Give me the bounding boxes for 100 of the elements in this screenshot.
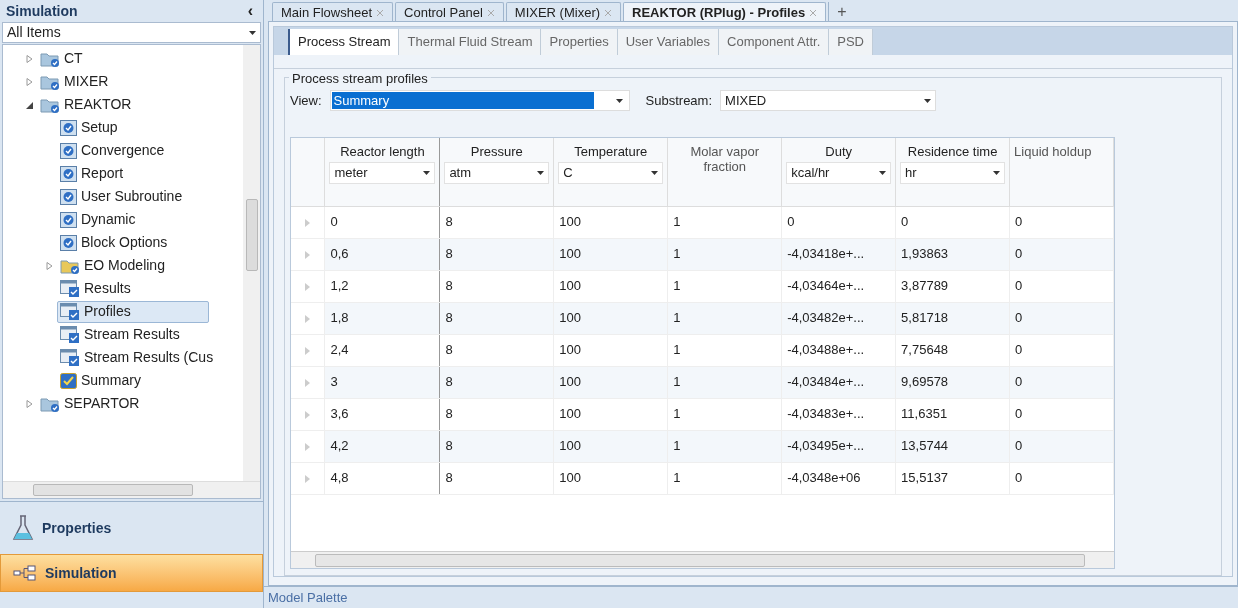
vertical-scrollbar[interactable] xyxy=(243,45,260,481)
table-cell: 0 xyxy=(1009,462,1114,494)
row-expand-icon[interactable] xyxy=(305,218,311,227)
tree-item[interactable]: CT xyxy=(37,47,92,70)
panel-title: Simulation xyxy=(6,1,78,21)
table-cell: 1 xyxy=(667,302,782,334)
tree-item[interactable]: REAKTOR xyxy=(37,93,141,116)
form-tab[interactable]: Component Attr. xyxy=(719,29,830,55)
close-icon[interactable] xyxy=(604,8,613,17)
collapse-button[interactable]: ‹ xyxy=(243,3,257,19)
table-cell: 15,5137 xyxy=(895,462,1010,494)
table-cell: 0 xyxy=(1009,430,1114,462)
form-tab[interactable]: PSD xyxy=(829,29,873,55)
tree-item[interactable]: User Subroutine xyxy=(57,185,192,208)
tree-item-label: Report xyxy=(81,164,124,183)
table-cell: 13,5744 xyxy=(895,430,1010,462)
row-expand-icon[interactable] xyxy=(305,314,311,323)
unit-dropdown[interactable]: meter xyxy=(329,162,436,184)
dropdown-caret-icon xyxy=(651,171,659,175)
table-cell: 100 xyxy=(553,302,668,334)
tree-item-label: CT xyxy=(64,49,83,68)
collapse-icon[interactable] xyxy=(25,100,33,109)
substream-label: Substream: xyxy=(645,91,713,110)
expand-icon[interactable] xyxy=(25,399,33,408)
close-icon[interactable] xyxy=(486,8,495,17)
tree-item[interactable]: SEPARTOR xyxy=(37,392,149,415)
document-tab[interactable]: REAKTOR (RPlug) - Profiles xyxy=(623,2,827,22)
row-expand-icon[interactable] xyxy=(305,410,311,419)
dropdown-caret-icon xyxy=(615,98,623,103)
expand-icon[interactable] xyxy=(25,54,33,63)
document-tab[interactable]: Main Flowsheet xyxy=(272,2,394,22)
tree-item[interactable]: Stream Results xyxy=(57,323,189,346)
row-expand-icon[interactable] xyxy=(305,442,311,451)
tree-item-label: Results xyxy=(84,279,131,298)
tree-item[interactable]: Dynamic xyxy=(57,208,145,231)
table-cell: 8 xyxy=(439,270,554,302)
summary-check-icon xyxy=(60,372,77,389)
table-cell: 100 xyxy=(553,366,668,398)
document-tab[interactable]: MIXER (Mixer) xyxy=(505,2,622,22)
tree-item[interactable]: Report xyxy=(57,162,133,185)
table-cell: -4,03488e+... xyxy=(781,334,896,366)
navigation-pane-button[interactable]: Simulation xyxy=(0,554,263,592)
row-expand-icon[interactable] xyxy=(305,282,311,291)
row-expand-icon[interactable] xyxy=(305,474,311,483)
form-tab[interactable]: Thermal Fluid Stream xyxy=(399,29,542,55)
form-tab[interactable]: Process Stream xyxy=(288,29,400,55)
horizontal-scrollbar[interactable] xyxy=(3,481,260,498)
row-expand-icon[interactable] xyxy=(305,250,311,259)
view-dropdown[interactable]: Summary xyxy=(329,90,630,111)
form-check-icon xyxy=(60,165,77,182)
tree-item[interactable]: Results xyxy=(57,277,140,300)
result-sheet-icon xyxy=(60,326,80,343)
table-cell: 8 xyxy=(439,462,554,494)
form-tab[interactable]: User Variables xyxy=(617,29,719,55)
form-check-icon xyxy=(60,211,77,228)
horizontal-scrollbar[interactable] xyxy=(291,551,1114,568)
table-cell: -4,03464e+... xyxy=(781,270,896,302)
table-cell: 0 xyxy=(324,206,440,238)
unit-dropdown[interactable]: kcal/hr xyxy=(786,162,892,184)
tree-item-label: User Subroutine xyxy=(81,187,183,206)
tree-item[interactable]: EO Modeling xyxy=(57,254,174,277)
table-cell: 1 xyxy=(667,206,782,238)
table-cell: -4,03483e+... xyxy=(781,398,896,430)
tree-item[interactable]: Convergence xyxy=(57,139,174,162)
tree-item[interactable]: Setup xyxy=(57,116,127,139)
tree-item[interactable]: Profiles xyxy=(57,300,209,323)
table-cell: 100 xyxy=(553,238,668,270)
hierarchy-icon xyxy=(13,565,37,581)
table-cell: 100 xyxy=(553,206,668,238)
table-cell: 0 xyxy=(1009,334,1114,366)
table-cell: 1,2 xyxy=(324,270,440,302)
tree-item-label: Block Options xyxy=(81,233,168,252)
close-icon[interactable] xyxy=(809,8,818,17)
form-check-icon xyxy=(60,234,77,251)
row-expand-icon[interactable] xyxy=(305,346,311,355)
unit-dropdown[interactable]: hr xyxy=(900,162,1006,184)
tree-item[interactable]: Summary xyxy=(57,369,150,392)
table-cell: 1 xyxy=(667,238,782,270)
tree-item[interactable]: Block Options xyxy=(57,231,177,254)
filter-dropdown[interactable]: All Items xyxy=(2,22,261,43)
table-cell: 1 xyxy=(667,366,782,398)
tree-item[interactable]: Stream Results (Cus xyxy=(57,346,223,369)
form-tab[interactable]: Properties xyxy=(541,29,618,55)
unit-dropdown[interactable]: C xyxy=(558,162,664,184)
substream-dropdown[interactable]: MIXED xyxy=(720,90,937,111)
table-cell: 100 xyxy=(553,270,668,302)
row-expand-icon[interactable] xyxy=(305,378,311,387)
table-cell: 2,4 xyxy=(324,334,440,366)
expand-icon[interactable] xyxy=(25,77,33,86)
tree-item[interactable]: MIXER xyxy=(37,70,118,93)
document-tab[interactable]: Control Panel xyxy=(395,2,504,22)
table-cell: 8 xyxy=(439,430,554,462)
table-cell: -4,03495e+... xyxy=(781,430,896,462)
unit-dropdown[interactable]: atm xyxy=(444,162,550,184)
column-header: Reactor length xyxy=(339,144,426,159)
status-text: Model Palette xyxy=(268,588,348,607)
close-icon[interactable] xyxy=(376,8,385,17)
expand-icon[interactable] xyxy=(45,261,53,270)
table-cell: 0 xyxy=(1009,398,1114,430)
column-header: Molar vapor fraction xyxy=(689,144,760,174)
